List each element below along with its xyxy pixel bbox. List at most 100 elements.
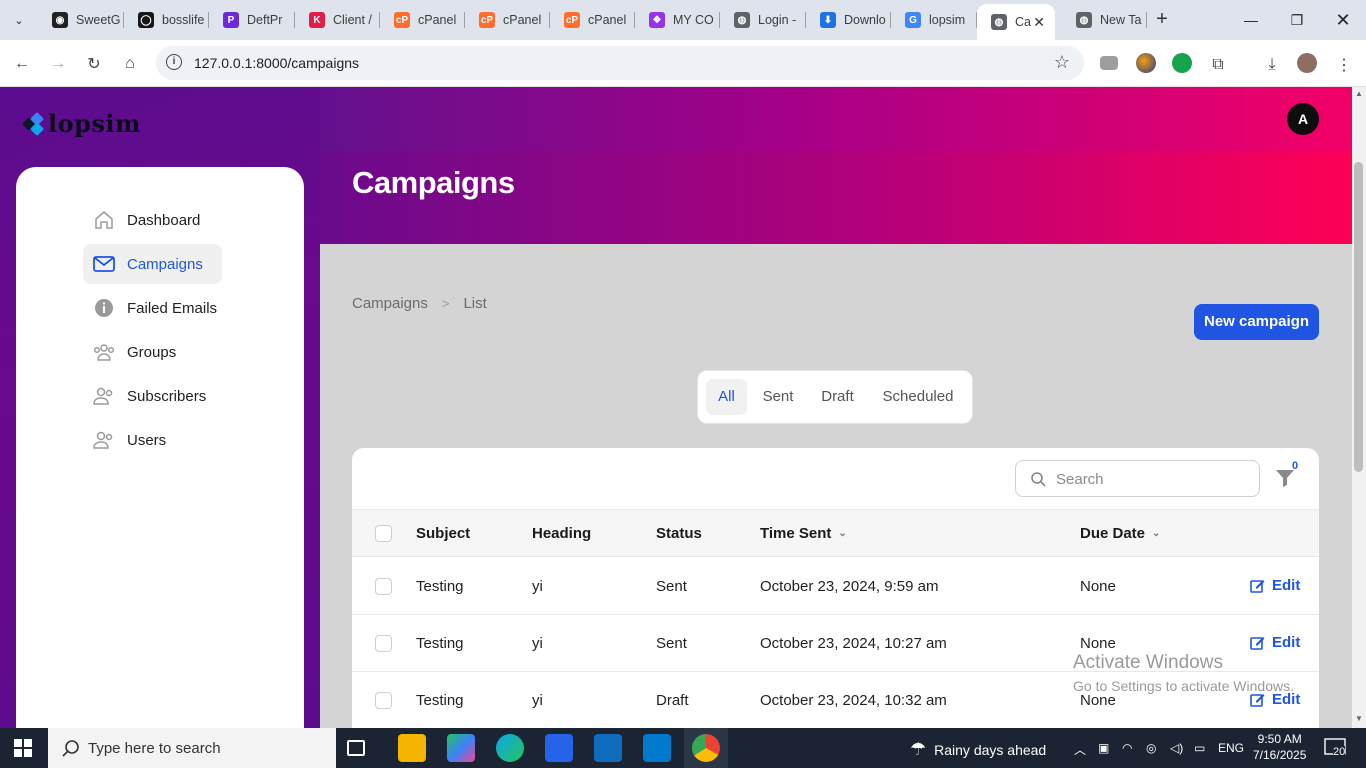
weather-widget[interactable]: ☂ Rainy days ahead: [910, 739, 1046, 760]
minimize-button[interactable]: —: [1228, 0, 1274, 40]
tab-favicon-icon: cP: [479, 12, 495, 28]
home-icon: [93, 209, 115, 231]
sidebar-item-campaigns[interactable]: Campaigns: [83, 244, 222, 284]
tab-all[interactable]: All: [706, 379, 747, 415]
cell-due-date: None: [1080, 692, 1116, 709]
edit-icon: [1250, 637, 1265, 650]
battery-icon[interactable]: ▭: [1194, 741, 1205, 755]
windows-start-icon[interactable]: [14, 739, 32, 757]
browser-tab[interactable]: ◯ bosslife: [124, 0, 209, 40]
vscode-icon[interactable]: [643, 734, 671, 762]
breadcrumb-campaigns-link[interactable]: Campaigns: [352, 295, 428, 312]
browser-menu-icon[interactable]: ⋮: [1332, 53, 1356, 77]
camera-extension-icon[interactable]: [1100, 56, 1118, 70]
notifications-icon[interactable]: 20: [1324, 737, 1348, 759]
back-icon[interactable]: ←: [10, 52, 34, 76]
row-checkbox[interactable]: [375, 692, 392, 709]
breadcrumb-current: List: [463, 295, 487, 312]
users-group-icon: [93, 341, 115, 363]
tray-chevron-icon[interactable]: ︿: [1074, 741, 1086, 758]
app-logo[interactable]: lopsim: [21, 109, 141, 138]
sidebar-item-users[interactable]: Users: [83, 420, 222, 460]
tab-favicon-icon: P: [223, 12, 239, 28]
sidebar-item-groups[interactable]: Groups: [83, 332, 222, 372]
browser-tab[interactable]: cP cPanel: [550, 0, 635, 40]
browser-tab[interactable]: ◍ New Ta: [1062, 0, 1147, 40]
sort-chevron-icon[interactable]: ⌄: [838, 528, 846, 539]
profile-avatar[interactable]: [1297, 53, 1317, 73]
sort-chevron-icon[interactable]: ⌄: [1152, 528, 1160, 539]
reload-icon[interactable]: ↻: [82, 52, 106, 76]
sidebar-item-failed-emails[interactable]: Failed Emails: [83, 288, 222, 328]
system-clock[interactable]: 9:50 AM 7/16/2025: [1253, 731, 1306, 763]
copilot-icon[interactable]: [447, 734, 475, 762]
scroll-up-icon[interactable]: ▲: [1355, 89, 1363, 98]
sidebar-item-dashboard[interactable]: Dashboard: [83, 200, 222, 240]
users-icon: [93, 429, 115, 451]
network-tray-icon[interactable]: ▣: [1098, 741, 1109, 755]
browser-tab[interactable]: P DeftPr: [209, 0, 295, 40]
page-scrollbar[interactable]: ▲ ▼: [1352, 87, 1366, 728]
browser-tab[interactable]: Glopsim: [891, 0, 977, 40]
home-icon[interactable]: ⌂: [118, 52, 142, 76]
search-input[interactable]: Search: [1015, 460, 1260, 497]
extension-icon[interactable]: [1136, 53, 1156, 73]
wifi-icon[interactable]: ◠: [1122, 741, 1132, 755]
outlook-icon[interactable]: [594, 734, 622, 762]
new-tab-button[interactable]: +: [1150, 8, 1174, 32]
column-due-date[interactable]: Due Date ⌄: [1080, 525, 1160, 542]
language-indicator[interactable]: ENG: [1218, 741, 1244, 755]
browser-tab[interactable]: cP cPanel: [380, 0, 465, 40]
address-bar[interactable]: i 127.0.0.1:8000/campaigns ☆: [156, 46, 1084, 80]
tab-draft[interactable]: Draft: [811, 379, 864, 415]
close-window-button[interactable]: ✕: [1320, 0, 1366, 40]
tab-search-button[interactable]: ⌄: [8, 9, 30, 31]
browser-tab[interactable]: K Client /: [295, 0, 380, 40]
edit-button[interactable]: Edit: [1250, 634, 1300, 651]
user-avatar[interactable]: A: [1287, 103, 1319, 135]
volume-icon[interactable]: ◁): [1170, 741, 1183, 755]
tab-favicon-icon: ◍: [734, 12, 750, 28]
tab-scheduled[interactable]: Scheduled: [872, 379, 964, 415]
sidebar-item-label: Dashboard: [127, 211, 201, 229]
cell-time-sent: October 23, 2024, 10:32 am: [760, 692, 947, 709]
browser-tab[interactable]: ◉ SweetG: [38, 0, 124, 40]
downloads-icon[interactable]: ⤓: [1260, 53, 1284, 77]
row-checkbox[interactable]: [375, 578, 392, 595]
meet-icon[interactable]: ◎: [1146, 741, 1156, 755]
browser-tab[interactable]: ◍ Login -: [720, 0, 806, 40]
sidebar-item-subscribers[interactable]: Subscribers: [83, 376, 222, 416]
cell-subject: Testing: [416, 692, 464, 709]
browser-tab[interactable]: ⬇ Downlo: [806, 0, 891, 40]
tab-title: cPanel: [418, 13, 457, 27]
extensions-puzzle-icon[interactable]: ⧉: [1206, 53, 1230, 77]
edge-icon[interactable]: [496, 734, 524, 762]
scrollbar-thumb[interactable]: [1354, 162, 1363, 472]
grammarly-icon[interactable]: [1172, 53, 1192, 73]
browser-tab[interactable]: ❖ MY CO: [635, 0, 720, 40]
edit-icon: [1250, 580, 1265, 593]
taskbar-search[interactable]: Type here to search: [48, 728, 336, 768]
site-info-icon[interactable]: i: [166, 54, 182, 70]
tab-favicon-icon: ❖: [649, 12, 665, 28]
url-text[interactable]: 127.0.0.1:8000/campaigns: [194, 55, 359, 71]
row-checkbox[interactable]: [375, 635, 392, 652]
new-campaign-button[interactable]: New campaign: [1194, 304, 1319, 340]
close-tab-icon[interactable]: ✕: [1033, 14, 1045, 31]
select-all-checkbox[interactable]: [375, 525, 392, 542]
browser-tab[interactable]: cP cPanel: [465, 0, 550, 40]
browser-tab[interactable]: ◍ Ca ✕: [977, 4, 1055, 40]
task-view-icon[interactable]: [347, 740, 365, 756]
chrome-icon[interactable]: [692, 734, 720, 762]
cell-due-date: None: [1080, 635, 1116, 652]
bookmark-star-icon[interactable]: ☆: [1054, 52, 1070, 73]
scroll-down-icon[interactable]: ▼: [1355, 714, 1363, 723]
column-time-sent[interactable]: Time Sent ⌄: [760, 525, 847, 542]
forward-icon[interactable]: →: [46, 52, 70, 76]
restore-button[interactable]: ❐: [1274, 0, 1320, 40]
tab-sent[interactable]: Sent: [753, 379, 803, 415]
store-icon[interactable]: [545, 734, 573, 762]
column-heading: Heading: [532, 525, 592, 542]
file-explorer-icon[interactable]: [398, 734, 426, 762]
edit-button[interactable]: Edit: [1250, 577, 1300, 594]
